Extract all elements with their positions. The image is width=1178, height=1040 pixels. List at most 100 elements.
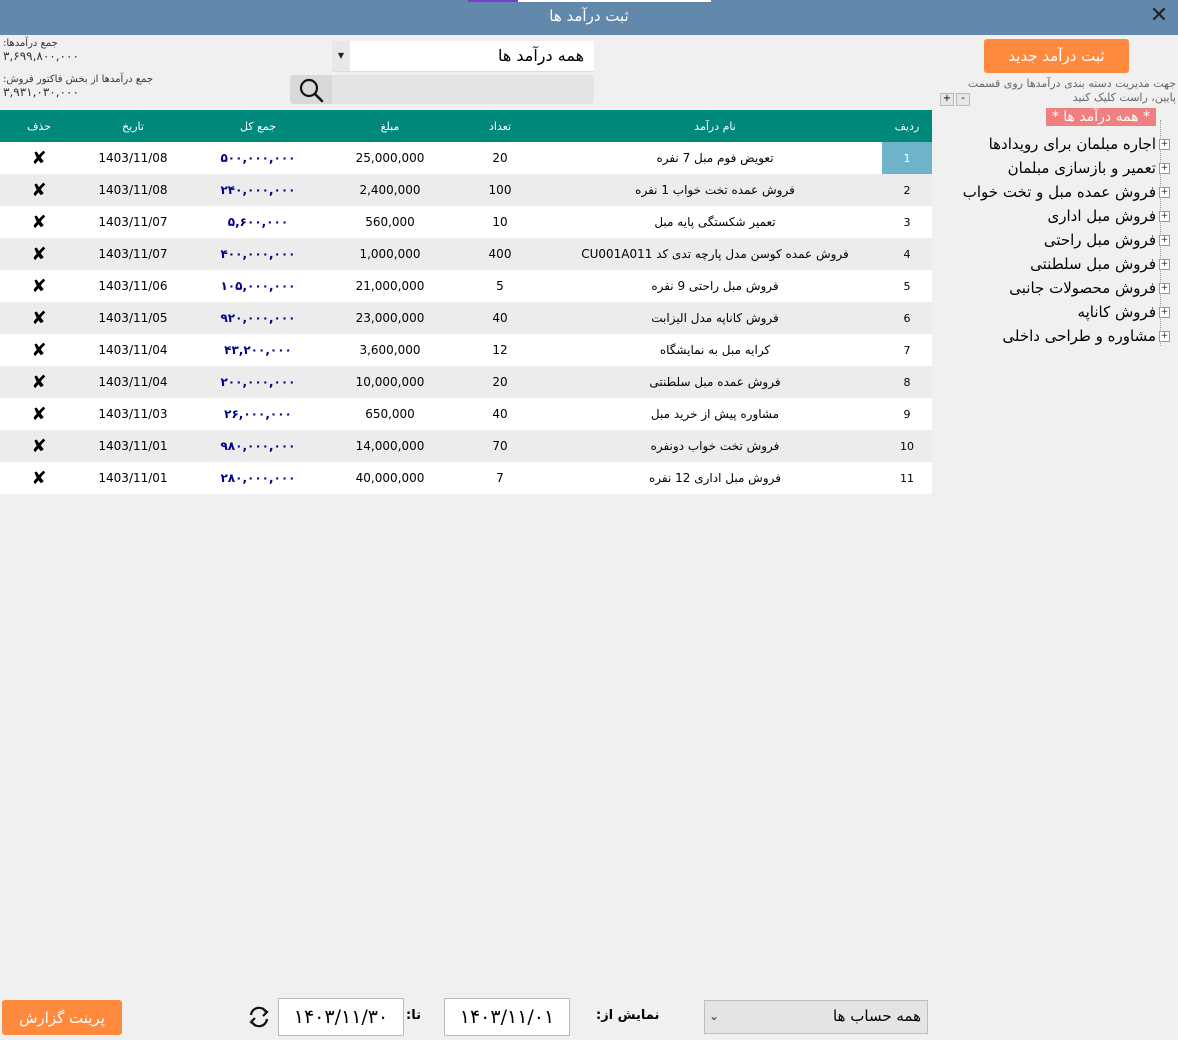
delete-icon[interactable]: ✘ (31, 244, 46, 265)
table-row[interactable]: ✘ 1403/11/03 ۲۶,۰۰۰,۰۰۰ 650,000 40 مشاوره پیش… (0, 398, 932, 430)
invoice-total-label: جمع درآمدها از بخش فاکتور فروش: (3, 74, 154, 85)
tree-item[interactable]: +مشاوره و طراحی داخلی (1002, 324, 1170, 348)
row-date: 1403/11/04 (98, 375, 168, 389)
tree-item[interactable]: +تعمیر و بازسازی مبلمان (1008, 156, 1170, 180)
delete-cell[interactable]: ✘ (0, 206, 78, 238)
date-from-field[interactable]: ۱۴۰۳/۱۱/۰۱ (444, 998, 570, 1036)
row-amount: 560,000 (365, 215, 415, 229)
date-to-field[interactable]: ۱۴۰۳/۱۱/۳۰ (278, 998, 404, 1036)
delete-cell[interactable]: ✘ (0, 398, 78, 430)
tree-item[interactable]: +فروش محصولات جانبی (1009, 276, 1170, 300)
refresh-icon (249, 1006, 269, 1028)
close-icon[interactable]: ✕ (1146, 3, 1172, 29)
delete-icon[interactable]: ✘ (31, 372, 46, 393)
collapse-all-button[interactable]: - (956, 93, 970, 106)
row-date: 1403/11/04 (98, 343, 168, 357)
expand-icon[interactable]: + (1159, 187, 1170, 198)
tree-item-label: تعمیر و بازسازی مبلمان (1007, 159, 1156, 177)
col-total[interactable]: جمع کل (188, 110, 328, 142)
search-input[interactable] (334, 77, 588, 103)
col-date[interactable]: تاریخ (78, 110, 188, 142)
delete-cell[interactable]: ✘ (0, 238, 78, 270)
table-row[interactable]: ✘ 1403/11/07 ۴۰۰,۰۰۰,۰۰۰ 1,000,000 400 فروش ع… (0, 238, 932, 270)
income-grid: حذف تاریخ جمع کل مبلغ تعداد نام درآمد رد… (0, 110, 932, 996)
col-delete[interactable]: حذف (0, 110, 78, 142)
category-selected: همه درآمد ها (497, 46, 584, 65)
refresh-button[interactable] (245, 1003, 273, 1031)
delete-icon[interactable]: ✘ (31, 212, 46, 233)
delete-cell[interactable]: ✘ (0, 366, 78, 398)
row-name: تعمیر شکستگی پایه مبل (654, 215, 776, 229)
category-select[interactable]: ▼ همه درآمد ها (332, 41, 594, 72)
tree-item[interactable]: +فروش مبل راحتی (1044, 228, 1170, 252)
new-income-button[interactable]: ثبت درآمد جدید (984, 39, 1129, 73)
title-bar: ثبت درآمد ها ✕ (0, 0, 1178, 35)
col-row[interactable]: ردیف (882, 110, 932, 142)
row-qty: 40 (492, 407, 508, 421)
account-select[interactable]: ⌄ همه حساب ها (704, 1000, 928, 1034)
expand-icon[interactable]: + (1159, 139, 1170, 150)
table-row[interactable]: ✘ 1403/11/06 ۱۰۵,۰۰۰,۰۰۰ 21,000,000 5 فروش مب… (0, 270, 932, 302)
tree-item[interactable]: +فروش کاناپه (1078, 300, 1170, 324)
row-qty: 100 (488, 183, 512, 197)
tree-item-label: فروش عمده مبل و تخت خواب (962, 183, 1156, 201)
row-qty: 5 (496, 279, 504, 293)
table-row[interactable]: ✘ 1403/11/05 ۹۲۰,۰۰۰,۰۰۰ 23,000,000 40 فروش ک… (0, 302, 932, 334)
delete-cell[interactable]: ✘ (0, 302, 78, 334)
tree-root[interactable]: * همه درآمد ها * (1045, 108, 1156, 126)
delete-cell[interactable]: ✘ (0, 334, 78, 366)
row-number: 9 (903, 407, 911, 421)
col-qty[interactable]: تعداد (452, 110, 548, 142)
expand-icon[interactable]: + (1159, 163, 1170, 174)
table-row[interactable]: ✘ 1403/11/04 ۴۳,۲۰۰,۰۰۰ 3,600,000 12 کرایه مب… (0, 334, 932, 366)
delete-icon[interactable]: ✘ (31, 340, 46, 361)
table-row[interactable]: ✘ 1403/11/08 ۵۰۰,۰۰۰,۰۰۰ 25,000,000 20 تعویض … (0, 142, 932, 174)
delete-icon[interactable]: ✘ (31, 276, 46, 297)
search-icon (299, 78, 324, 103)
tree-item[interactable]: +فروش مبل سلطنتی (1030, 252, 1170, 276)
delete-cell[interactable]: ✘ (0, 430, 78, 462)
row-qty: 20 (492, 151, 508, 165)
invoice-total-value: ۳,۹۳۱,۰۳۰,۰۰۰ (3, 85, 79, 99)
tree-item[interactable]: +فروش مبل اداری (1048, 204, 1170, 228)
delete-icon[interactable]: ✘ (31, 308, 46, 329)
delete-cell[interactable]: ✘ (0, 142, 78, 174)
col-amount[interactable]: مبلغ (328, 110, 452, 142)
table-row[interactable]: ✘ 1403/11/01 ۹۸۰,۰۰۰,۰۰۰ 14,000,000 70 فروش ت… (0, 430, 932, 462)
search-button[interactable] (290, 75, 332, 104)
row-amount: 23,000,000 (355, 311, 425, 325)
tree-item[interactable]: +اجاره مبلمان برای رویدادها (989, 132, 1170, 156)
delete-cell[interactable]: ✘ (0, 270, 78, 302)
print-report-button[interactable]: پرینت گزارش (2, 1000, 122, 1035)
dropdown-arrow-icon[interactable]: ▼ (332, 41, 350, 71)
table-row[interactable]: ✘ 1403/11/08 ۲۴۰,۰۰۰,۰۰۰ 2,400,000 100 فروش ع… (0, 174, 932, 206)
delete-cell[interactable]: ✘ (0, 174, 78, 206)
chevron-down-icon[interactable]: ⌄ (709, 1009, 719, 1023)
delete-icon[interactable]: ✘ (31, 436, 46, 457)
show-from-label: نمایش از: (596, 1008, 660, 1023)
search-box (290, 75, 594, 104)
row-date: 1403/11/01 (98, 471, 168, 485)
row-name: فروش عمده تخت خواب 1 نفره (635, 183, 795, 197)
expand-icon[interactable]: + (1159, 283, 1170, 294)
col-name[interactable]: نام درآمد (548, 110, 882, 142)
expand-icon[interactable]: + (1159, 211, 1170, 222)
delete-icon[interactable]: ✘ (31, 468, 46, 489)
table-row[interactable]: ✘ 1403/11/04 ۲۰۰,۰۰۰,۰۰۰ 10,000,000 20 فروش ع… (0, 366, 932, 398)
delete-icon[interactable]: ✘ (31, 180, 46, 201)
tree-item[interactable]: +فروش عمده مبل و تخت خواب (963, 180, 1170, 204)
table-row[interactable]: ✘ 1403/11/07 ۵,۶۰۰,۰۰۰ 560,000 10 تعمیر شکستگ… (0, 206, 932, 238)
expand-all-button[interactable]: + (940, 93, 954, 106)
delete-cell[interactable]: ✘ (0, 462, 78, 494)
row-amount: 40,000,000 (355, 471, 425, 485)
expand-icon[interactable]: + (1159, 235, 1170, 246)
expand-icon[interactable]: + (1159, 307, 1170, 318)
table-row[interactable]: ✘ 1403/11/01 ۲۸۰,۰۰۰,۰۰۰ 40,000,000 7 فروش مب… (0, 462, 932, 494)
delete-icon[interactable]: ✘ (31, 148, 46, 169)
expand-icon[interactable]: + (1159, 259, 1170, 270)
expand-icon[interactable]: + (1159, 331, 1170, 342)
income-total: جمع درآمدها: ۳,۶۹۹,۸۰۰,۰۰۰ (3, 38, 79, 63)
row-qty: 10 (492, 215, 508, 229)
row-qty: 40 (492, 311, 508, 325)
delete-icon[interactable]: ✘ (31, 404, 46, 425)
